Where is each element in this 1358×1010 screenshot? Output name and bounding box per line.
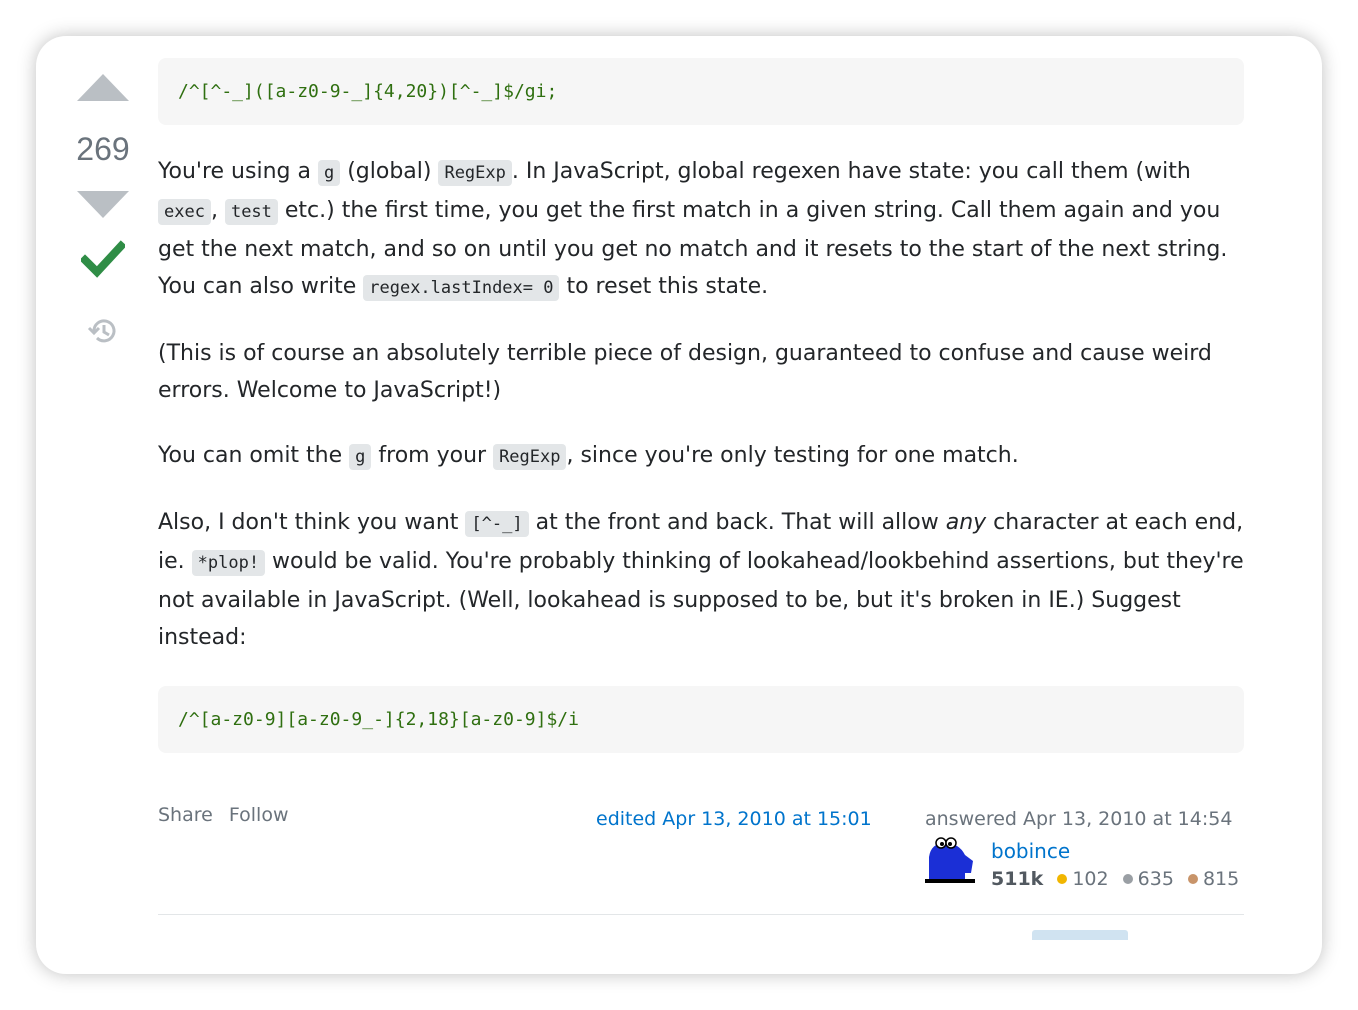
gold-badges: 102 [1057,868,1109,890]
inline-code: g [317,160,341,186]
code-block-2: /^[a-z0-9][a-z0-9_-]{2,18}[a-z0-9]$/i [158,686,1244,753]
inline-code: g [349,444,372,470]
vote-count: 269 [76,131,130,167]
answer-frame: 269 /^[^-_]([a-z0-9-_]{4,20})[^-_]$/gi; … [36,36,1322,974]
paragraph-1: You're using a g (global) RegExp. In Jav… [158,159,1228,301]
bronze-badges: 815 [1187,868,1239,890]
user-card: bobince 511k 102 635 815 [925,833,1245,890]
upvote-icon[interactable] [77,74,129,101]
paragraph-2: (This is of course an absolutely terribl… [158,341,1212,403]
inline-code: RegExp [493,444,567,470]
paragraph-3: You can omit the g from your RegExp, sin… [158,443,1019,470]
share-link[interactable]: Share [158,804,213,826]
follow-link[interactable]: Follow [229,804,289,826]
paragraph-4: Also, I don't think you want [^-_] at th… [158,510,1244,650]
history-icon[interactable] [86,314,120,348]
silver-badge-icon [1122,874,1133,884]
inline-code: RegExp [438,160,512,186]
bronze-badge-icon [1187,874,1198,884]
edited-link[interactable]: edited Apr 13, 2010 at 15:01 [596,801,872,838]
accepted-check-icon [79,236,127,280]
reputation-score: 511k [991,868,1044,890]
comment-tag-peek [1032,930,1128,940]
silver-badges: 635 [1122,868,1174,890]
inline-code: [^-_] [465,511,529,537]
post-footer: Share Follow edited Apr 13, 2010 at 15:0… [158,793,1244,903]
gold-badge-icon [1057,874,1068,884]
inline-code: *plop! [191,550,266,576]
comment-peek [158,926,1244,940]
code-block-1: /^[^-_]([a-z0-9-_]{4,20})[^-_]$/gi; [158,58,1244,125]
vote-column: 269 [72,70,134,348]
inline-code: regex.lastIndex= 0 [363,275,560,301]
answer-body: /^[^-_]([a-z0-9-_]{4,20})[^-_]$/gi; You'… [158,58,1244,903]
inline-code: exec [158,199,211,225]
downvote-icon[interactable] [77,191,129,218]
comments-divider [158,914,1244,915]
inline-code: test [224,199,278,225]
post-menu: Share Follow [158,797,299,834]
reputation-row: 511k 102 635 815 [991,861,1247,898]
avatar-monster-icon[interactable] [925,833,975,883]
